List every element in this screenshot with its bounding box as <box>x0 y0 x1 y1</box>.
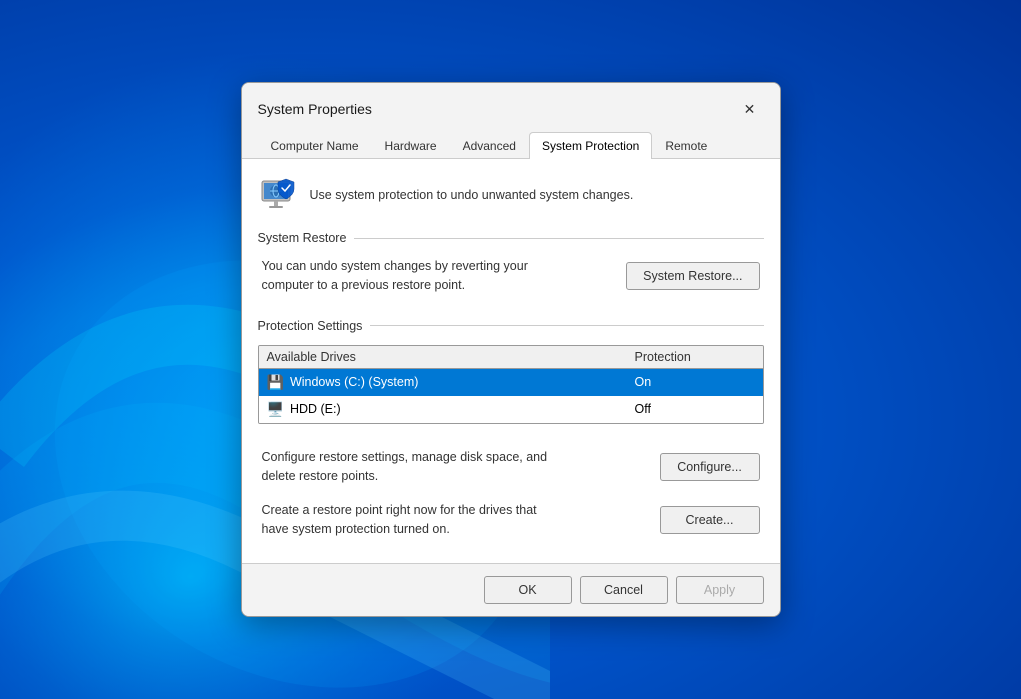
system-restore-description: You can undo system changes by reverting… <box>262 257 562 295</box>
system-restore-section-header: System Restore <box>258 231 764 245</box>
create-button[interactable]: Create... <box>660 506 760 534</box>
table-row[interactable]: 🖥️ HDD (E:) Off <box>259 396 763 423</box>
system-restore-button[interactable]: System Restore... <box>626 262 759 290</box>
create-description: Create a restore point right now for the… <box>262 501 562 539</box>
system-restore-title: System Restore <box>258 231 347 245</box>
tab-advanced[interactable]: Advanced <box>450 132 529 159</box>
tab-bar: Computer Name Hardware Advanced System P… <box>242 123 780 159</box>
drive-name-windows-c: 💾 Windows (C:) (System) <box>267 374 635 391</box>
apply-button[interactable]: Apply <box>676 576 764 604</box>
protection-settings-section-header: Protection Settings <box>258 319 764 333</box>
dialog-title: System Properties <box>258 101 372 117</box>
header-description: Use system protection to undo unwanted s… <box>310 187 634 205</box>
dialog-footer: OK Cancel Apply <box>242 563 780 616</box>
tab-computer-name[interactable]: Computer Name <box>258 132 372 159</box>
protection-settings-title: Protection Settings <box>258 319 363 333</box>
drive-protection-hdd-e: Off <box>635 402 755 416</box>
header-section: Use system protection to undo unwanted s… <box>258 175 764 215</box>
configure-description: Configure restore settings, manage disk … <box>262 448 562 486</box>
col-header-protection: Protection <box>635 350 755 364</box>
drive-icon-windows: 💾 <box>267 374 284 391</box>
table-body: 💾 Windows (C:) (System) On 🖥️ HDD (E:) O… <box>259 369 763 423</box>
close-button[interactable]: ✕ <box>736 95 764 123</box>
tab-system-protection[interactable]: System Protection <box>529 132 652 159</box>
col-header-drives: Available Drives <box>267 350 635 364</box>
create-action-row: Create a restore point right now for the… <box>258 493 764 547</box>
cancel-button[interactable]: Cancel <box>580 576 668 604</box>
dialog-content: Use system protection to undo unwanted s… <box>242 159 780 563</box>
system-properties-dialog: System Properties ✕ Computer Name Hardwa… <box>241 82 781 617</box>
table-header: Available Drives Protection <box>259 346 763 369</box>
ok-button[interactable]: OK <box>484 576 572 604</box>
section-divider-2 <box>370 325 763 326</box>
tab-remote[interactable]: Remote <box>652 132 720 159</box>
system-restore-content: You can undo system changes by reverting… <box>258 257 764 295</box>
configure-action-row: Configure restore settings, manage disk … <box>258 440 764 494</box>
tab-hardware[interactable]: Hardware <box>372 132 450 159</box>
section-divider <box>354 238 763 239</box>
system-protection-icon <box>258 175 298 215</box>
drives-table: Available Drives Protection 💾 Windows (C… <box>258 345 764 424</box>
drive-protection-windows-c: On <box>635 375 755 389</box>
drive-name-hdd-e: 🖥️ HDD (E:) <box>267 401 635 418</box>
table-row[interactable]: 💾 Windows (C:) (System) On <box>259 369 763 396</box>
drive-icon-hdd: 🖥️ <box>267 401 284 418</box>
title-bar: System Properties ✕ <box>242 83 780 123</box>
configure-button[interactable]: Configure... <box>660 453 760 481</box>
